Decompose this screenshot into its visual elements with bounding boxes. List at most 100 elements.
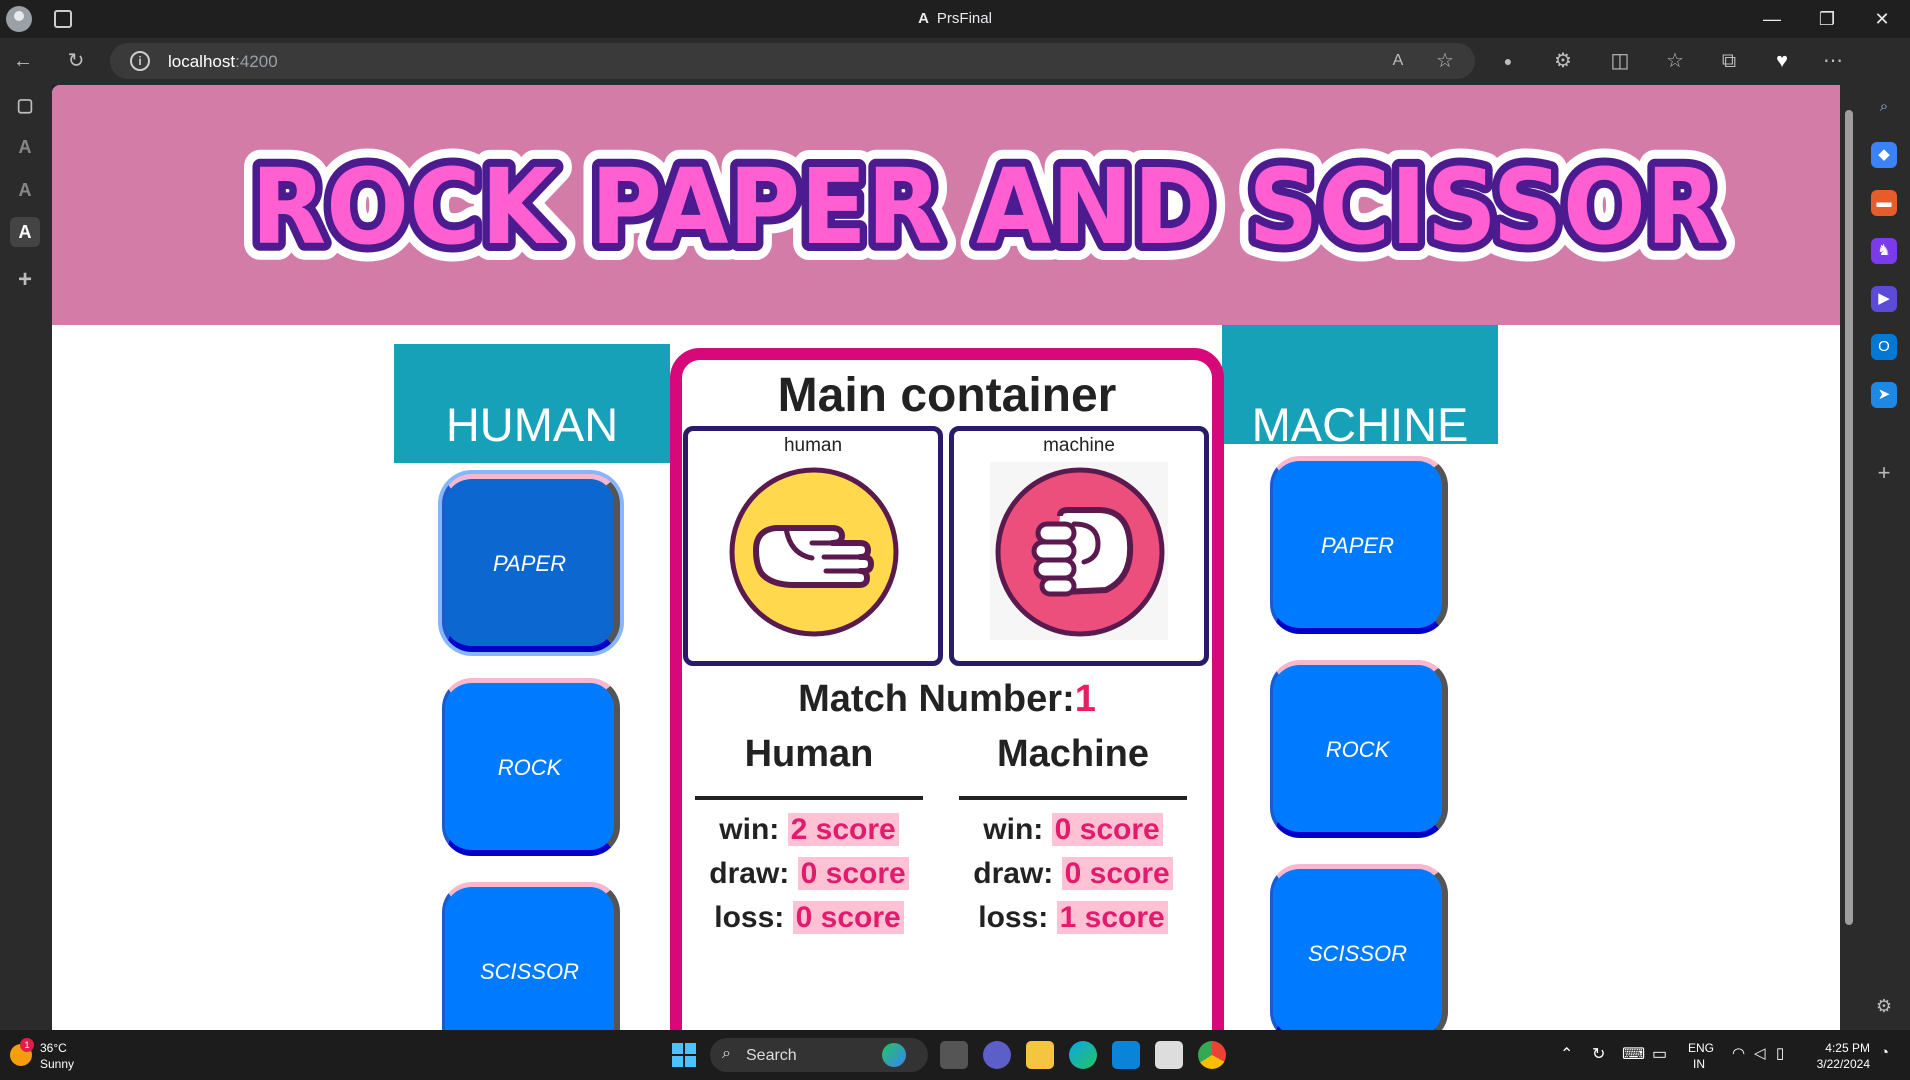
loss-label: loss: — [714, 901, 785, 934]
new-tab-icon[interactable]: + — [10, 265, 40, 295]
banner-text: ROCK PAPER AND SCISSOR — [251, 146, 1721, 268]
minimize-button[interactable]: — — [1752, 6, 1792, 32]
match-number: Match Number:1 — [682, 678, 1212, 721]
title-banner: ROCK PAPER AND SCISSOR ROCK PAPER AND SC… — [234, 129, 1738, 285]
notifications-icon[interactable]: ◔ — [1880, 1044, 1889, 1061]
tools-icon[interactable]: ▬ — [1871, 190, 1897, 216]
vscode-icon[interactable] — [1112, 1041, 1140, 1069]
page-viewport: ROCK PAPER AND SCISSOR ROCK PAPER AND SC… — [52, 85, 1840, 1030]
machine-header: MACHINE — [1222, 325, 1498, 451]
browser-essentials-icon[interactable]: ♥ — [1769, 48, 1795, 74]
tray-keyboard-icon[interactable]: ⌨ — [1622, 1044, 1645, 1064]
volume-icon[interactable]: ◁ — [1754, 1044, 1766, 1062]
more-menu-icon[interactable]: ⋯ — [1820, 48, 1846, 74]
machine-scissor-button[interactable]: SCISSOR — [1270, 864, 1448, 1030]
wifi-icon[interactable]: ◠ — [1732, 1044, 1745, 1062]
page-scrollbar[interactable] — [1840, 85, 1858, 1030]
extensions-puzzle-icon[interactable]: ⚙ — [1550, 48, 1576, 74]
machine-choice-box: machine — [949, 426, 1209, 666]
human-paper-button[interactable]: PAPER — [442, 474, 620, 652]
vertical-tab-rail: ▢ A A A + — [0, 85, 52, 1030]
clock-date[interactable]: 3/22/2024 — [1808, 1057, 1870, 1071]
copilot-app-icon[interactable]: ▶ — [1871, 286, 1897, 312]
tray-chevron-icon[interactable]: ⌃ — [1560, 1044, 1573, 1064]
search-icon[interactable]: ⌕ — [1871, 94, 1897, 120]
machine-win-value: 0 score — [1051, 813, 1163, 846]
site-info-icon[interactable]: i — [130, 51, 150, 71]
outlook-icon[interactable]: O — [1871, 334, 1897, 360]
send-icon[interactable]: ➤ — [1871, 382, 1897, 408]
window-title-text: PrsFinal — [936, 10, 992, 27]
match-number-value: 1 — [1074, 678, 1096, 720]
tray-sync-icon[interactable]: ↻ — [1592, 1044, 1605, 1064]
language-top[interactable]: ENG — [1688, 1041, 1714, 1055]
battery-icon[interactable]: ▯ — [1776, 1044, 1784, 1062]
windows-taskbar: 1 36°C Sunny ⌕ Search ⌃ ↻ ⌨ ▭ ENG IN ◠ ◁… — [0, 1030, 1910, 1080]
win-label: win: — [983, 813, 1044, 846]
human-rock-button[interactable]: ROCK — [442, 678, 620, 856]
human-loss-row: loss: 0 score — [695, 901, 923, 935]
page-header: ROCK PAPER AND SCISSOR ROCK PAPER AND SC… — [52, 85, 1840, 325]
match-label: Match Number: — [798, 678, 1075, 720]
address-bar[interactable]: i localhost:4200 A ☆ — [110, 43, 1475, 79]
tab-panel-icon[interactable]: ▢ — [10, 90, 40, 120]
human-choice-box: human — [683, 426, 943, 666]
task-view-icon[interactable] — [940, 1041, 968, 1069]
weather-desc[interactable]: Sunny — [40, 1057, 74, 1071]
tab-angular-active-icon[interactable]: A — [10, 217, 40, 247]
machine-draw-row: draw: 0 score — [959, 857, 1187, 891]
games-icon[interactable]: ♞ — [1871, 238, 1897, 264]
human-draw-row: draw: 0 score — [695, 857, 923, 891]
weather-temp[interactable]: 36°C — [40, 1041, 67, 1055]
machine-draw-value: 0 score — [1061, 857, 1173, 890]
url-text[interactable]: localhost:4200 — [168, 52, 278, 72]
favorites-icon[interactable]: ☆ — [1662, 48, 1688, 74]
search-highlight-icon — [882, 1043, 906, 1067]
language-bottom[interactable]: IN — [1693, 1057, 1705, 1071]
taskbar-search[interactable]: ⌕ Search — [710, 1038, 928, 1072]
favorite-star-icon[interactable]: ☆ — [1432, 48, 1458, 74]
human-loss-value: 0 score — [792, 901, 904, 934]
human-draw-value: 0 score — [797, 857, 909, 890]
paper-hand-icon — [729, 467, 899, 637]
restore-button[interactable]: ❐ — [1807, 6, 1847, 32]
loss-label: loss: — [978, 901, 1049, 934]
file-explorer-icon[interactable] — [1026, 1041, 1054, 1069]
human-header: HUMAN — [394, 344, 670, 463]
browser-title-bar: A PrsFinal — ❐ ✕ — [0, 0, 1910, 38]
tab-angular-icon[interactable]: A — [10, 132, 40, 162]
snipping-tool-icon[interactable] — [1155, 1041, 1183, 1069]
draw-label: draw: — [973, 857, 1054, 890]
search-placeholder: Search — [746, 1047, 797, 1064]
refresh-icon[interactable]: ↻ — [63, 48, 89, 74]
settings-gear-icon[interactable]: ⚙ — [1871, 993, 1897, 1019]
clock-time[interactable]: 4:25 PM — [1822, 1041, 1870, 1055]
human-choice-label: human — [783, 435, 843, 456]
human-scissor-button[interactable]: SCISSOR — [442, 882, 620, 1030]
machine-win-row: win: 0 score — [959, 813, 1187, 847]
machine-loss-value: 1 score — [1056, 901, 1168, 934]
window-title: A PrsFinal — [0, 10, 1910, 27]
scrollbar-thumb[interactable] — [1845, 110, 1853, 925]
machine-rock-button[interactable]: ROCK — [1270, 660, 1448, 838]
read-aloud-icon[interactable]: A — [1385, 48, 1411, 74]
machine-paper-button[interactable]: PAPER — [1270, 456, 1448, 634]
tray-display-icon[interactable]: ▭ — [1652, 1044, 1667, 1064]
extension-icon[interactable]: ● — [1495, 48, 1521, 74]
chrome-icon[interactable] — [1198, 1041, 1226, 1069]
human-win-value: 2 score — [787, 813, 899, 846]
close-button[interactable]: ✕ — [1862, 6, 1902, 32]
add-sidebar-app-icon[interactable]: + — [1871, 460, 1897, 486]
shopping-tag-icon[interactable]: ◆ — [1871, 142, 1897, 168]
weather-badge: 1 — [20, 1038, 34, 1052]
collections-icon[interactable]: ⧉ — [1716, 48, 1742, 74]
split-screen-icon[interactable]: ◫ — [1607, 48, 1633, 74]
human-win-row: win: 2 score — [695, 813, 923, 847]
teams-icon[interactable] — [983, 1041, 1011, 1069]
tab-angular-icon[interactable]: A — [10, 175, 40, 205]
rock-fist-icon — [995, 467, 1165, 637]
win-label: win: — [719, 813, 780, 846]
back-icon[interactable]: ← — [10, 48, 36, 74]
windows-start-icon[interactable] — [670, 1041, 698, 1069]
edge-icon[interactable] — [1069, 1041, 1097, 1069]
